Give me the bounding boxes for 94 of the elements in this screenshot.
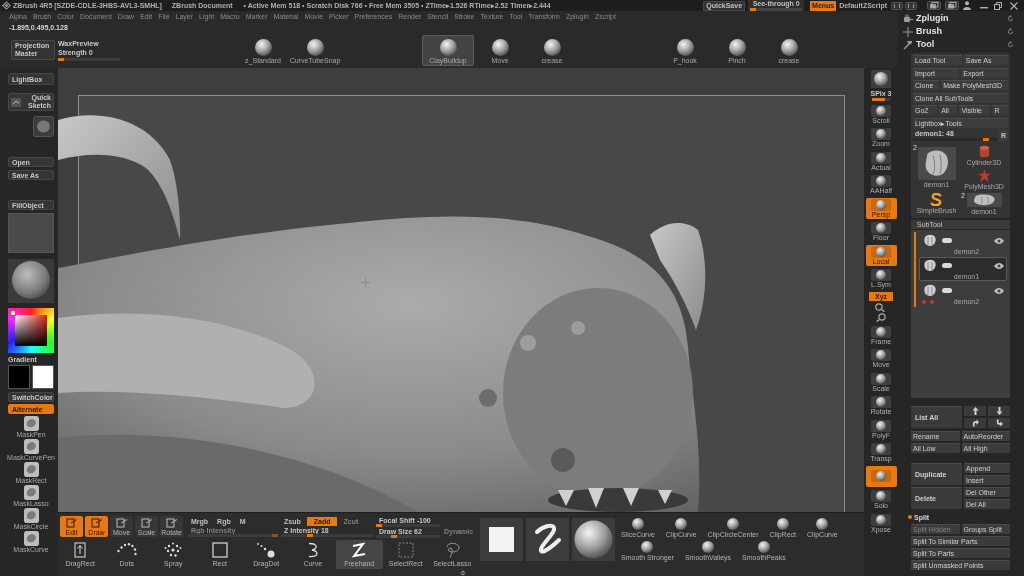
hammer-icon	[903, 39, 913, 50]
panel-layout-icon[interactable]	[891, 1, 903, 10]
arrow-button[interactable]	[964, 417, 986, 428]
brush-sphere-icon	[306, 38, 324, 56]
restore-icon[interactable]	[994, 1, 1002, 10]
mesh-thumbnail-icon	[917, 146, 956, 180]
mesh-thumbnail-icon	[922, 284, 938, 297]
app-logo-icon	[2, 1, 11, 10]
arrow-button[interactable]	[988, 417, 1010, 428]
color-swatch-icon[interactable]	[8, 365, 30, 389]
cursor-box-icon	[140, 517, 153, 528]
slider-thumb[interactable]	[983, 138, 990, 141]
arrow-up-icon	[971, 406, 979, 415]
panel-layout-icon[interactable]	[905, 1, 917, 10]
viewport-canvas[interactable]	[58, 68, 864, 512]
curved-arrow-icon	[971, 418, 979, 427]
brush-sphere-icon	[780, 38, 798, 56]
slider-thumb[interactable]	[390, 535, 397, 538]
window-stack-icon[interactable]	[945, 1, 959, 10]
dot-trail-icon	[256, 542, 277, 558]
arrow-button[interactable]	[988, 405, 1010, 416]
slider-thumb[interactable]	[306, 534, 313, 537]
sketch-pad-icon	[11, 97, 21, 107]
slider-thumb[interactable]	[750, 8, 757, 11]
toggle-pill-icon[interactable]	[942, 238, 952, 243]
slider-thumb[interactable]	[376, 524, 382, 527]
brush-sphere-icon	[676, 38, 694, 56]
cursor-box-icon	[65, 517, 78, 528]
s-curve-icon	[930, 193, 943, 206]
blob-tile-icon	[23, 416, 39, 431]
toggle-pill-icon[interactable]	[942, 263, 952, 268]
toggle-pill-icon[interactable]	[942, 288, 952, 293]
square-thumbnail-icon[interactable]	[480, 518, 523, 561]
color-picker[interactable]	[8, 308, 54, 353]
eye-icon[interactable]	[994, 237, 1004, 244]
crosshair-icon	[903, 26, 913, 37]
cursor-box-icon	[115, 517, 128, 528]
window-stack-icon[interactable]	[927, 1, 941, 10]
cursor-box-icon	[90, 517, 103, 528]
scribble-thumbnail-icon[interactable]	[526, 518, 569, 561]
palette-header[interactable]: Brush	[898, 25, 1024, 38]
dots-icon	[116, 542, 137, 558]
minimize-icon[interactable]	[980, 6, 988, 9]
crosshair-cursor-icon	[361, 278, 370, 287]
mesh-thumbnail-icon	[922, 259, 938, 272]
spix-slider[interactable]	[872, 98, 890, 101]
cursor-box-icon	[165, 517, 178, 528]
close-icon[interactable]	[1010, 1, 1018, 10]
brush-sphere-icon	[816, 518, 829, 530]
brush-sphere-icon	[675, 518, 688, 530]
dashed-square-icon	[395, 542, 416, 558]
brush-sphere-icon	[543, 38, 561, 56]
arrow-down-icon	[995, 406, 1003, 415]
brush-sphere-icon	[254, 38, 272, 56]
texture-thumbnail[interactable]	[8, 213, 54, 253]
color-swatch-icon[interactable]	[32, 365, 54, 389]
blob-tile-icon	[23, 462, 39, 477]
brush-sphere-icon	[491, 38, 509, 56]
blob-tile-icon	[23, 508, 39, 523]
cylinder-icon	[977, 144, 991, 158]
picker-marker-icon[interactable]	[10, 310, 16, 316]
brush-sphere-icon	[757, 541, 770, 553]
brush-sphere-icon	[641, 541, 654, 553]
square-outline-icon	[209, 542, 230, 558]
slider-thumb[interactable]	[58, 57, 64, 61]
mesh-thumbnail-icon	[966, 192, 1002, 207]
sphere-icon[interactable]	[871, 70, 891, 88]
blob-tile-icon	[23, 531, 39, 546]
figure-icon[interactable]	[962, 1, 972, 10]
eye-icon[interactable]	[994, 262, 1004, 269]
brush-sphere-icon	[631, 518, 644, 530]
brush-sphere-icon	[728, 38, 746, 56]
list-scrollbar[interactable]	[914, 231, 916, 307]
curved-arrow-icon	[995, 418, 1003, 427]
sphere-thumbnail-icon[interactable]	[572, 518, 615, 561]
brush-sphere-icon	[702, 541, 714, 553]
blob-tile-icon	[23, 439, 39, 454]
brush-sphere-icon	[439, 38, 457, 56]
view-button[interactable]	[865, 465, 897, 487]
bullet-dot-icon	[908, 515, 912, 519]
star-icon	[977, 168, 991, 182]
magnifier-icon[interactable]	[874, 303, 888, 312]
blob-tile-icon	[23, 485, 39, 500]
magnifier-icon[interactable]	[874, 313, 888, 322]
arrow-button[interactable]	[964, 405, 986, 416]
brush-sphere-icon	[727, 518, 740, 530]
brush-sphere-icon	[776, 518, 789, 530]
palette-header[interactable]: Tool	[898, 38, 1024, 51]
eye-icon[interactable]	[994, 287, 1004, 294]
mesh-thumbnail-icon	[922, 234, 938, 247]
palette-header[interactable]: Zplugin	[898, 12, 1024, 25]
plug-icon	[903, 13, 913, 24]
spray-icon	[163, 542, 184, 558]
brush-thumbnail-icon[interactable]	[33, 116, 54, 137]
